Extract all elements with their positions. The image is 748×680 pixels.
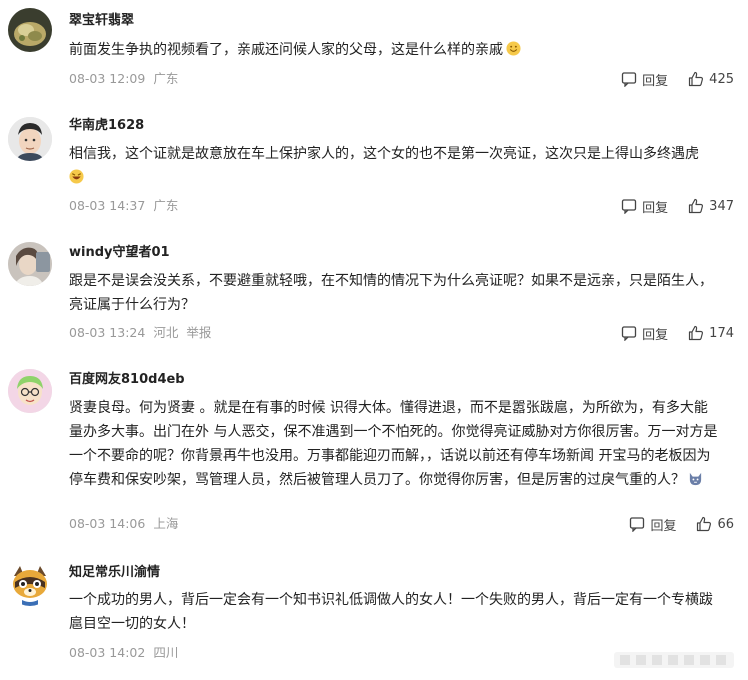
laugh-emoji-icon (69, 169, 84, 184)
comment-text-body: 贤妻良母。何为贤妻 。就是在有事的时候 识得大体。懂得进退，而不是嚣张跋扈，为所… (69, 400, 718, 488)
comment-actions: 回复 347 (621, 196, 734, 216)
comment-location: 广东 (153, 71, 179, 86)
like-count: 66 (717, 516, 734, 532)
avatar[interactable] (8, 8, 52, 52)
comment-meta: 08-03 14:06 上海 (69, 515, 186, 533)
like-button[interactable]: 174 (688, 325, 734, 341)
comment-text: 相信我，这个证就是故意放在车上保护家人的，这个女的也不是第一次亮证，这次只是上得… (69, 142, 719, 190)
avatar[interactable] (8, 242, 52, 286)
comment-date: 08-03 14:02 (69, 645, 146, 660)
thumbs-up-icon (697, 516, 712, 532)
comment-meta: 08-03 12:09 广东 (69, 70, 186, 88)
avatar[interactable] (8, 117, 52, 161)
reply-icon (622, 326, 637, 341)
thumbs-up-icon (689, 71, 704, 87)
like-button[interactable]: 347 (688, 198, 734, 214)
comment-text: 前面发生争执的视频看了，亲戚还问候人家的父母，这是什么样的亲戚 (69, 38, 719, 62)
comment-actions: 回复 66 (629, 514, 734, 534)
report-link[interactable]: 举报 (186, 325, 211, 340)
thumbs-up-icon (689, 198, 704, 214)
reply-button[interactable]: 回复 (621, 197, 668, 216)
avatar[interactable] (8, 562, 52, 606)
reply-button[interactable]: 回复 (621, 324, 668, 343)
watermark-logo-icon (614, 652, 734, 668)
comment-actions: 回复 425 (621, 69, 734, 89)
comment-text-body: 前面发生争执的视频看了，亲戚还问候人家的父母，这是什么样的亲戚 (69, 42, 503, 58)
comment-location: 上海 (153, 516, 179, 531)
like-count: 347 (709, 198, 734, 214)
cartoon-glasses-avatar-icon (8, 369, 52, 413)
username[interactable]: 华南虎1628 (69, 117, 144, 135)
jade-stone-avatar-icon (8, 8, 52, 52)
reply-label: 回复 (642, 73, 669, 89)
reply-icon (622, 72, 637, 87)
username[interactable]: 百度网友810d4eb (69, 371, 185, 389)
comment-location: 四川 (153, 645, 179, 660)
wolf-emoji-icon (689, 472, 702, 486)
comment-meta: 08-03 14:02 四川 (69, 644, 186, 662)
comment-meta: 08-03 13:24 河北 举报 (69, 324, 219, 342)
comment-item: 百度网友810d4eb 贤妻良母。何为贤妻 。就是在有事的时候 识得大体。懂得进… (0, 369, 748, 539)
comment-actions: 回复 174 (621, 323, 734, 343)
cartoon-man-avatar-icon (8, 117, 52, 161)
comment-list: 翠宝轩翡翠 前面发生争执的视频看了，亲戚还问候人家的父母，这是什么样的亲戚 08… (0, 0, 748, 680)
avatar[interactable] (8, 369, 52, 413)
reply-icon (622, 199, 637, 214)
reply-label: 回复 (642, 327, 669, 343)
comment-date: 08-03 14:06 (69, 516, 146, 531)
reply-icon (630, 517, 645, 532)
like-button[interactable]: 66 (696, 516, 734, 532)
reply-label: 回复 (642, 200, 669, 216)
comment-text-body: 相信我，这个证就是故意放在车上保护家人的，这个女的也不是第一次亮证，这次只是上得… (69, 146, 699, 162)
comment-meta: 08-03 14:37 广东 (69, 197, 186, 215)
comment-date: 08-03 14:37 (69, 198, 146, 213)
comment-location: 河北 (153, 325, 179, 340)
photo-avatar-icon (8, 242, 52, 286)
username[interactable]: 知足常乐川渝情 (69, 564, 160, 582)
comment-item: 华南虎1628 相信我，这个证就是故意放在车上保护家人的，这个女的也不是第一次亮… (0, 115, 748, 225)
comment-date: 08-03 12:09 (69, 71, 146, 86)
like-button[interactable]: 425 (688, 71, 734, 87)
comment-date: 08-03 13:24 (69, 325, 146, 340)
comment-location: 广东 (153, 198, 179, 213)
grin-emoji-icon (506, 41, 521, 56)
comment-item: 翠宝轩翡翠 前面发生争执的视频看了，亲戚还问候人家的父母，这是什么样的亲戚 08… (0, 8, 748, 98)
username[interactable]: windy守望者01 (69, 244, 170, 262)
comment-text: 贤妻良母。何为贤妻 。就是在有事的时候 识得大体。懂得进退，而不是嚣张跋扈，为所… (69, 396, 719, 492)
like-count: 425 (709, 71, 734, 87)
reply-label: 回复 (650, 518, 677, 534)
thumbs-up-icon (689, 325, 704, 341)
comment-item: windy守望者01 跟是不是误会没关系，不要避重就轻哦，在不知情的情况下为什么… (0, 242, 748, 352)
raccoon-avatar-icon (8, 562, 52, 606)
username[interactable]: 翠宝轩翡翠 (69, 12, 134, 30)
reply-button[interactable]: 回复 (621, 70, 668, 89)
reply-button[interactable]: 回复 (629, 515, 676, 534)
like-count: 174 (709, 325, 734, 341)
comment-text: 跟是不是误会没关系，不要避重就轻哦，在不知情的情况下为什么亮证呢？如果不是远亲，… (69, 273, 713, 313)
comment-text: 一个成功的男人，背后一定会有一个知书识礼低调做人的女人！一个失败的男人，背后一定… (69, 592, 713, 632)
